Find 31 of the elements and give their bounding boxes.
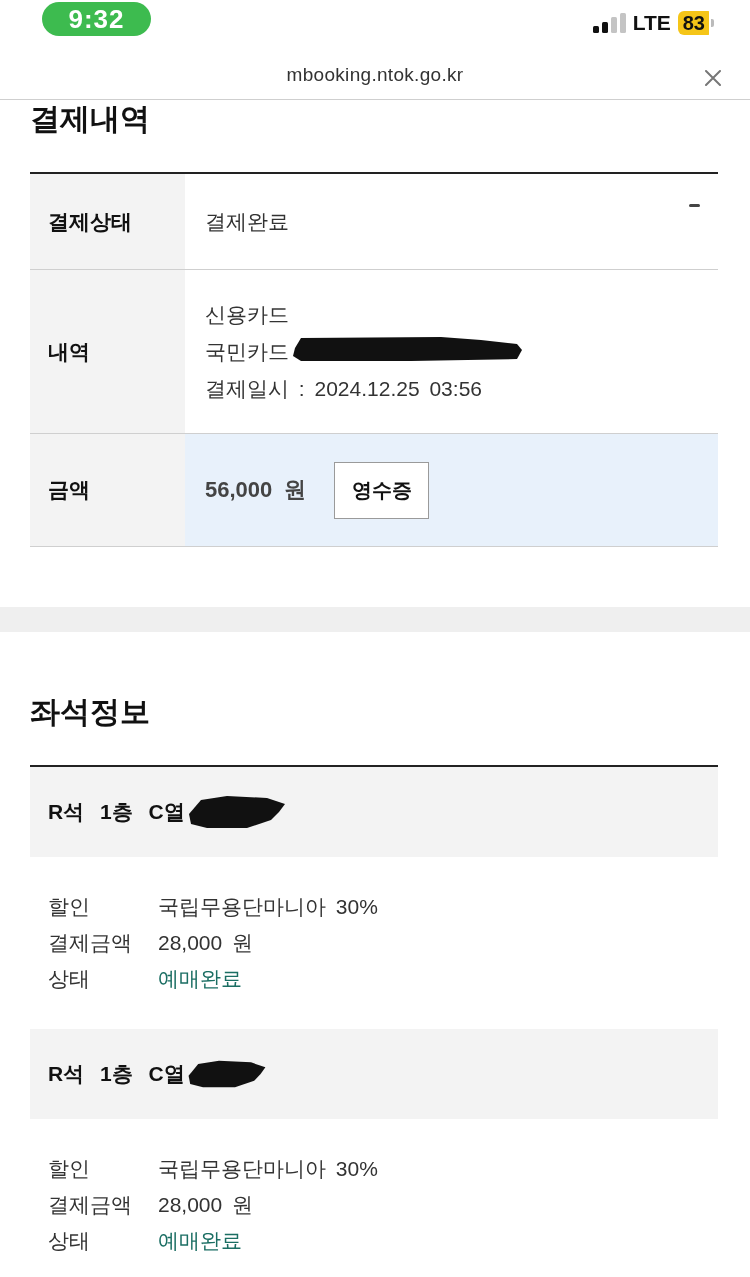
battery-indicator: 83 [677, 11, 714, 35]
payment-detail-text: 결제일시 : 2024.12.25 03:56 [205, 375, 482, 402]
detail-label: 상태 [48, 1228, 91, 1254]
section-title: 결제내역 [30, 101, 151, 137]
detail-label: 상태 [48, 966, 91, 992]
receipt-button[interactable]: 영수증 [334, 461, 430, 519]
seat-label: R석 1층 C열 [48, 1061, 185, 1087]
signal-icon [592, 13, 626, 33]
detail-label: 할인 [48, 1156, 91, 1182]
detail-value: 국립무용단마니아 30% [158, 1156, 378, 1182]
table-header-cell: 내역 [30, 270, 185, 433]
booking-status: 예매완료 [158, 966, 242, 992]
table-header-cell: 결제상태 [30, 174, 185, 269]
detail-label: 결제금액 [48, 930, 133, 956]
booking-status: 예매완료 [158, 1228, 242, 1254]
seat-label: R석 1층 C열 [48, 799, 185, 825]
detail-value: 국립무용단마니아 30% [158, 894, 378, 920]
payment-status: 결제완료 [205, 208, 289, 235]
section-title: 좌석정보 [30, 694, 151, 730]
close-icon[interactable] [705, 70, 721, 86]
table-header-cell: 금액 [30, 434, 185, 546]
detail-label: 결제금액 [48, 1192, 133, 1218]
network-type: LTE [632, 11, 671, 35]
payment-detail-text: 신용카드 [205, 301, 289, 328]
detail-label: 할인 [48, 894, 91, 920]
amount-text: 56,000 원 [205, 476, 307, 504]
page-url: mbooking.ntok.go.kr [286, 63, 464, 86]
payment-detail-text: 국민카드 [205, 338, 289, 365]
detail-value: 28,000 원 [158, 1192, 254, 1218]
detail-value: 28,000 원 [158, 930, 254, 956]
status-time: 9:32 [42, 2, 151, 36]
